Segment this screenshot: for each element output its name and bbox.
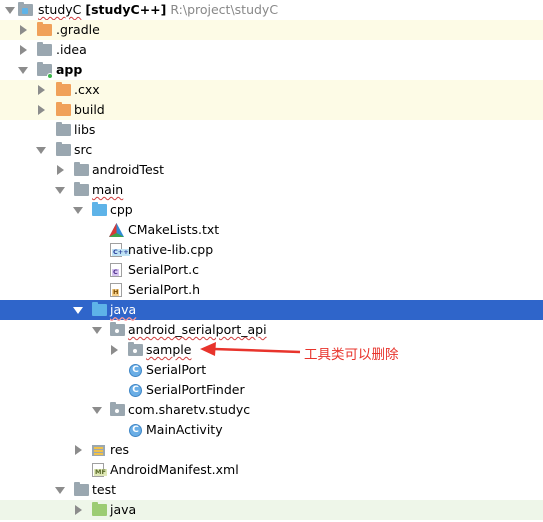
folder-icon [74, 162, 89, 176]
tree-row-main[interactable]: main [0, 180, 543, 200]
tree-label-test: test [92, 482, 117, 497]
module-folder-icon [18, 2, 33, 16]
tree-label-test-java: java [110, 502, 137, 517]
tree-row-android-serialport-api[interactable]: android_serialport_api [0, 320, 543, 340]
tree-label-cxx: .cxx [74, 82, 100, 97]
chevron-right-icon[interactable] [75, 505, 82, 515]
project-tree: studyC [studyC++] R:\project\studyC .gra… [0, 0, 543, 520]
tree-row-libs[interactable]: libs [0, 120, 543, 140]
chevron-down-icon[interactable] [92, 327, 102, 334]
cmake-icon [109, 223, 124, 237]
chevron-down-icon[interactable] [73, 207, 83, 214]
tree-label-root: studyC [studyC++] R:\project\studyC [38, 2, 279, 17]
manifest-file-icon: MF [92, 463, 107, 477]
tree-label-src: src [74, 142, 93, 157]
tree-label-libs: libs [74, 122, 96, 137]
tree-label-android-serialport-api: android_serialport_api [128, 322, 267, 337]
tree-label-cmakelists: CMakeLists.txt [128, 222, 220, 237]
chevron-down-icon[interactable] [5, 7, 15, 14]
tree-row-src[interactable]: src [0, 140, 543, 160]
tree-row-serialport-c[interactable]: C SerialPort.c [0, 260, 543, 280]
folder-icon [56, 82, 71, 96]
tree-label-cpp: cpp [110, 202, 133, 217]
tree-row-test-java[interactable]: java [0, 500, 543, 520]
tree-row-java-selected[interactable]: java [0, 300, 543, 320]
chevron-right-icon[interactable] [75, 445, 82, 455]
tree-row-root[interactable]: studyC [studyC++] R:\project\studyC [0, 0, 543, 20]
package-icon [110, 402, 125, 416]
chevron-down-icon[interactable] [55, 487, 65, 494]
chevron-down-icon[interactable] [92, 407, 102, 414]
tree-label-serialport-c: SerialPort.c [128, 262, 199, 277]
chevron-right-icon[interactable] [38, 85, 45, 95]
header-file-icon: H [110, 283, 122, 297]
package-icon [128, 342, 143, 356]
class-icon: C [129, 364, 142, 377]
tree-row-cmakelists[interactable]: CMakeLists.txt [0, 220, 543, 240]
annotation-arrow-icon [200, 342, 301, 356]
tree-label-serialport-h: SerialPort.h [128, 282, 201, 297]
resources-folder-icon [92, 443, 106, 457]
tree-row-cxx[interactable]: .cxx [0, 80, 543, 100]
folder-icon [37, 42, 52, 56]
tree-row-idea[interactable]: .idea [0, 40, 543, 60]
chevron-down-icon[interactable] [18, 67, 28, 74]
test-folder-icon [92, 502, 107, 516]
annotation-text: 工具类可以删除 [304, 347, 399, 363]
tree-row-androidmanifest[interactable]: MF AndroidManifest.xml [0, 460, 543, 480]
tree-row-app[interactable]: app [0, 60, 543, 80]
folder-icon [74, 182, 89, 196]
tree-row-serialport-h[interactable]: H SerialPort.h [0, 280, 543, 300]
chevron-down-icon[interactable] [36, 147, 46, 154]
tree-label-idea: .idea [56, 42, 87, 57]
folder-icon [56, 122, 71, 136]
tree-row-cpp[interactable]: cpp [0, 200, 543, 220]
tree-label-main: main [92, 182, 124, 197]
tree-label-java: java [110, 302, 137, 317]
tree-label-androidmanifest: AndroidManifest.xml [110, 462, 239, 477]
class-icon: C [129, 424, 142, 437]
tree-label-com-sharetv-studyc: com.sharetv.studyc [128, 402, 251, 417]
folder-icon [37, 22, 52, 36]
tree-label-serialport-class: SerialPort [146, 362, 207, 377]
tree-row-native-lib[interactable]: C++ native-lib.cpp [0, 240, 543, 260]
chevron-right-icon[interactable] [38, 105, 45, 115]
chevron-right-icon[interactable] [20, 25, 27, 35]
tree-row-mainactivity[interactable]: C MainActivity [0, 420, 543, 440]
source-folder-icon [92, 302, 107, 316]
tree-label-sample: sample [146, 342, 192, 357]
chevron-right-icon[interactable] [57, 165, 64, 175]
tree-label-androidtest: androidTest [92, 162, 165, 177]
chevron-right-icon[interactable] [111, 345, 118, 355]
chevron-down-icon[interactable] [73, 307, 83, 314]
folder-icon [56, 142, 71, 156]
tree-label-app: app [56, 62, 83, 77]
tree-label-native-lib: native-lib.cpp [128, 242, 214, 257]
tree-row-serialportfinder-class[interactable]: C SerialPortFinder [0, 380, 543, 400]
tree-row-gradle[interactable]: .gradle [0, 20, 543, 40]
tree-row-androidtest[interactable]: androidTest [0, 160, 543, 180]
tree-label-res: res [110, 442, 130, 457]
tree-label-build: build [74, 102, 105, 117]
tree-row-res[interactable]: res [0, 440, 543, 460]
c-file-icon: C [110, 263, 122, 277]
chevron-right-icon[interactable] [20, 45, 27, 55]
folder-icon [56, 102, 71, 116]
tree-row-com-sharetv-studyc[interactable]: com.sharetv.studyc [0, 400, 543, 420]
chevron-down-icon[interactable] [55, 187, 65, 194]
module-folder-icon [37, 62, 53, 79]
tree-label-serialportfinder: SerialPortFinder [146, 382, 245, 397]
module-indicator-icon [47, 73, 53, 79]
folder-icon [74, 482, 89, 496]
tree-label-gradle: .gradle [56, 22, 100, 37]
source-folder-icon [92, 202, 107, 216]
package-icon [110, 322, 125, 336]
class-icon: C [129, 384, 142, 397]
annotation-callout: 工具类可以删除 [200, 342, 510, 363]
cpp-file-icon: C++ [110, 243, 130, 257]
tree-row-serialport-class[interactable]: C SerialPort [0, 360, 543, 380]
tree-row-build[interactable]: build [0, 100, 543, 120]
tree-label-mainactivity: MainActivity [146, 422, 223, 437]
tree-row-test[interactable]: test [0, 480, 543, 500]
